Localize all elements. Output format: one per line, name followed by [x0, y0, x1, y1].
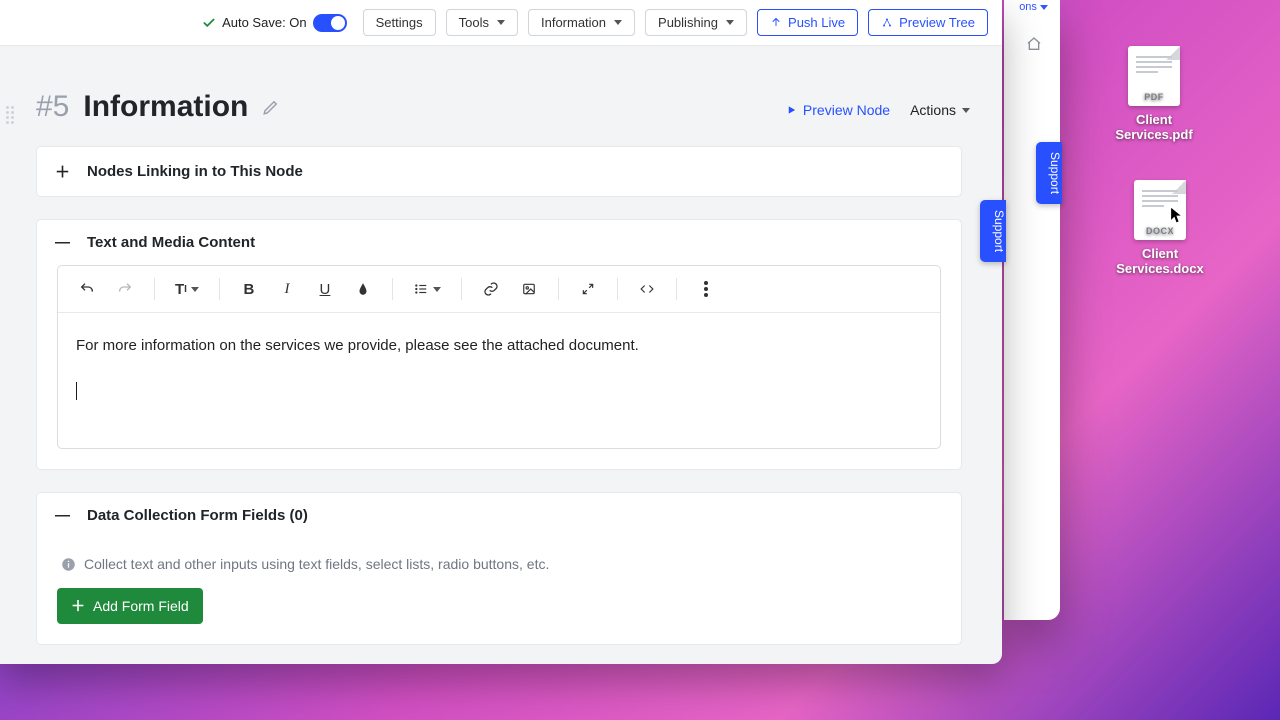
- support-tab-outer[interactable]: Support: [1036, 142, 1062, 204]
- panel-form-header[interactable]: — Data Collection Form Fields (0): [37, 493, 961, 538]
- background-menu-fragment[interactable]: ons: [1016, 1, 1048, 13]
- italic-icon[interactable]: I: [272, 274, 302, 304]
- publishing-menu[interactable]: Publishing: [645, 9, 747, 36]
- autosave-toggle[interactable]: [313, 14, 347, 32]
- chevron-down-icon: [726, 20, 734, 25]
- actions-menu[interactable]: Actions: [910, 102, 970, 118]
- chevron-down-icon: [497, 20, 505, 25]
- image-icon[interactable]: [514, 274, 544, 304]
- editor-body[interactable]: For more information on the services we …: [58, 313, 940, 448]
- add-form-field-button[interactable]: ＋ Add Form Field: [57, 588, 203, 624]
- minus-icon: —: [55, 234, 69, 251]
- editor-window: Auto Save: On Settings Tools Information…: [0, 0, 1002, 664]
- chevron-down-icon: [962, 108, 970, 113]
- top-toolbar: Auto Save: On Settings Tools Information…: [0, 0, 1002, 46]
- edit-title-icon[interactable]: [262, 90, 280, 124]
- preview-node-link[interactable]: Preview Node: [786, 102, 890, 118]
- node-id: #5: [36, 90, 69, 124]
- bold-icon[interactable]: B: [234, 274, 264, 304]
- file-label: ClientServices.docx: [1100, 246, 1220, 276]
- upload-icon: [770, 17, 782, 29]
- info-icon: [61, 557, 76, 572]
- tools-menu[interactable]: Tools: [446, 9, 518, 36]
- autosave-label: Auto Save: On: [222, 15, 307, 30]
- list-menu[interactable]: [407, 274, 447, 304]
- editor-paragraph: For more information on the services we …: [76, 335, 922, 358]
- text-color-icon[interactable]: [348, 274, 378, 304]
- minus-icon: —: [55, 507, 69, 524]
- play-icon: [786, 104, 797, 116]
- desktop-file-docx[interactable]: DOCX ClientServices.docx: [1100, 180, 1220, 276]
- check-icon: [202, 16, 216, 30]
- plus-icon: ＋: [71, 596, 85, 616]
- panel-text-media-header[interactable]: — Text and Media Content: [37, 220, 961, 265]
- drag-handle-icon[interactable]: [6, 106, 14, 130]
- undo-icon[interactable]: [72, 274, 102, 304]
- content-area: Preview Node Actions #5 Information ＋ No…: [0, 46, 1002, 664]
- node-name[interactable]: Information: [83, 90, 248, 124]
- text-cursor: [76, 382, 77, 400]
- panel-linking-nodes: ＋ Nodes Linking in to This Node: [36, 146, 962, 197]
- expand-icon[interactable]: [573, 274, 603, 304]
- file-label: ClientServices.pdf: [1094, 112, 1214, 142]
- tree-icon: [881, 17, 893, 29]
- plus-icon: ＋: [55, 161, 69, 182]
- home-icon[interactable]: [1026, 36, 1042, 57]
- file-thumb-pdf: PDF: [1128, 46, 1180, 106]
- panel-form-fields: — Data Collection Form Fields (0) Collec…: [36, 492, 962, 645]
- panel-linking-header[interactable]: ＋ Nodes Linking in to This Node: [37, 147, 961, 196]
- rich-text-editor: TI B I U: [57, 265, 941, 449]
- mouse-cursor-icon: [1170, 206, 1184, 226]
- code-view-icon[interactable]: [632, 274, 662, 304]
- settings-button[interactable]: Settings: [363, 9, 436, 36]
- editor-toolbar: TI B I U: [58, 266, 940, 313]
- link-icon[interactable]: [476, 274, 506, 304]
- node-sub-toolbar: Preview Node Actions: [786, 102, 970, 118]
- underline-icon[interactable]: U: [310, 274, 340, 304]
- panel-text-media: — Text and Media Content TI B I U: [36, 219, 962, 470]
- push-live-button[interactable]: Push Live: [757, 9, 858, 36]
- form-hint: Collect text and other inputs using text…: [57, 538, 941, 588]
- desktop-file-pdf[interactable]: PDF ClientServices.pdf: [1094, 46, 1214, 142]
- chevron-down-icon: [614, 20, 622, 25]
- preview-tree-button[interactable]: Preview Tree: [868, 9, 988, 36]
- redo-icon[interactable]: [110, 274, 140, 304]
- more-icon[interactable]: [691, 274, 721, 304]
- autosave-indicator: Auto Save: On: [202, 14, 347, 32]
- paragraph-style-menu[interactable]: TI: [169, 274, 205, 304]
- support-tab-inner[interactable]: Support: [980, 200, 1006, 262]
- background-window: ons: [1004, 0, 1060, 620]
- information-menu[interactable]: Information: [528, 9, 635, 36]
